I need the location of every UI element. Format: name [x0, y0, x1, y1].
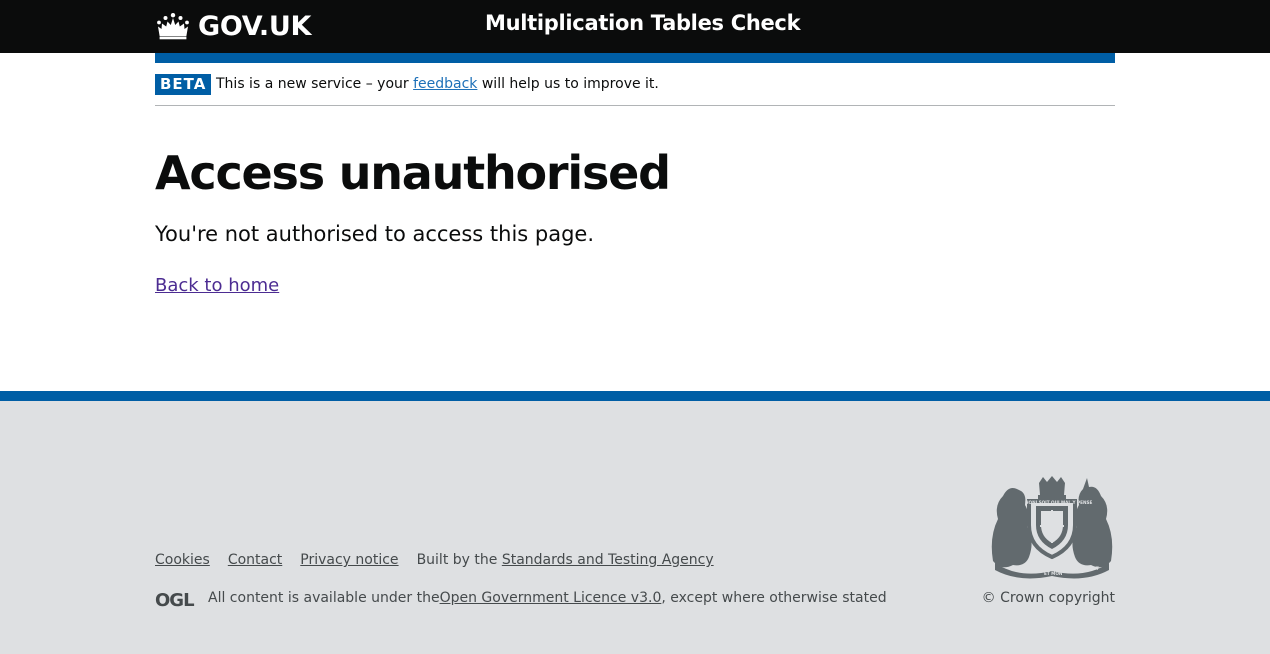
licence-suffix: , except where otherwise stated: [661, 590, 887, 606]
contact-link[interactable]: Contact: [228, 551, 282, 570]
footer-links: Cookies Contact Privacy notice Built by …: [155, 551, 714, 570]
unauthorised-message: You're not authorised to access this pag…: [155, 222, 595, 246]
cookies-link[interactable]: Cookies: [155, 551, 210, 570]
crest-motto-right: DROIT: [1084, 566, 1099, 571]
privacy-notice-link[interactable]: Privacy notice: [300, 551, 398, 570]
crest-motto-top: HONI SOIT QUI MAL Y PENSE: [1025, 500, 1092, 505]
crest-motto-left: DIEU: [1009, 566, 1021, 571]
govuk-home-link[interactable]: GOV.UK: [155, 9, 311, 43]
open-government-licence-link[interactable]: Open Government Licence v3.0: [440, 589, 662, 608]
back-to-home-link[interactable]: Back to home: [155, 274, 279, 298]
phase-text-after: will help us to improve it.: [477, 76, 659, 92]
service-name-link[interactable]: Multiplication Tables Check: [485, 11, 801, 35]
licence-prefix: All content is available under the: [208, 590, 440, 606]
royal-coat-of-arms-icon: HONI SOIT QUI MAL Y PENSE DIEU DROIT ET …: [991, 476, 1113, 579]
phase-banner: BETA This is a new service – your feedba…: [155, 63, 1115, 106]
crest-motto-bottom: ET MON: [1044, 571, 1063, 576]
phase-banner-text: This is a new service – your feedback wi…: [216, 75, 659, 94]
phase-text-before: This is a new service – your: [216, 76, 414, 92]
feedback-link[interactable]: feedback: [413, 76, 477, 92]
beta-tag: BETA: [155, 74, 212, 95]
licence-row: OGL All content is available under the O…: [155, 589, 887, 608]
sta-link[interactable]: Standards and Testing Agency: [502, 552, 714, 568]
crown-icon: [157, 13, 189, 40]
crown-copyright-link[interactable]: © Crown copyright: [982, 589, 1115, 608]
header-blue-bar: [155, 53, 1115, 63]
built-by-text: Built by the Standards and Testing Agenc…: [417, 551, 714, 570]
site-footer: Cookies Contact Privacy notice Built by …: [0, 391, 1270, 654]
page-title: Access unauthorised: [155, 146, 671, 200]
ogl-logo-icon: OGL: [155, 590, 195, 608]
ogl-logo-text: OGL: [155, 590, 194, 608]
site-header: GOV.UK Multiplication Tables Check: [0, 0, 1270, 53]
built-by-prefix: Built by the: [416, 552, 502, 568]
govuk-logo-text: GOV.UK: [198, 10, 312, 42]
